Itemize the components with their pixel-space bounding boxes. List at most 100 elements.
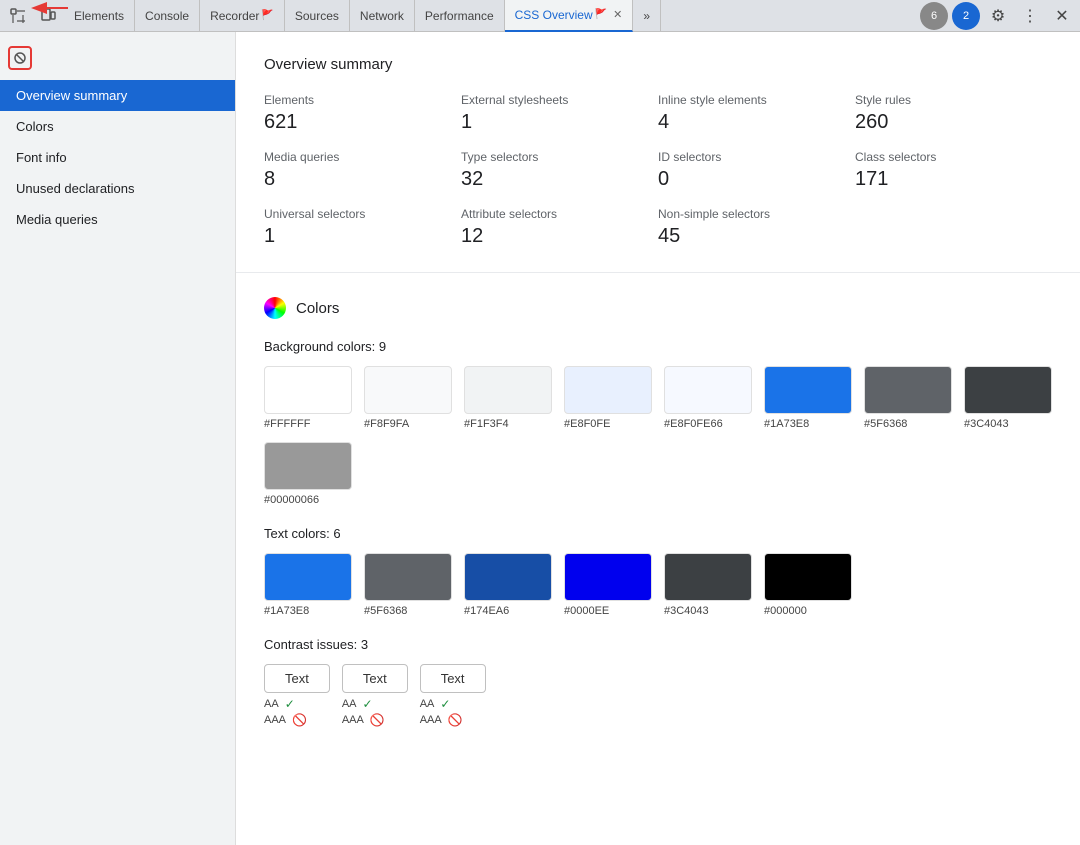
text-colors-title: Text colors: 6 xyxy=(264,526,1052,541)
stat-style-rules: Style rules 260 xyxy=(855,93,1052,134)
contrast-section: Contrast issues: 3 Text AA ✓ AAA xyxy=(264,637,1052,727)
tab-sources[interactable]: Sources xyxy=(285,0,350,32)
aa-check-icon: ✓ xyxy=(363,697,373,711)
sidebar-item-font-info[interactable]: Font info xyxy=(0,142,235,173)
tab-css-overview[interactable]: CSS Overview 🚩 ✕ xyxy=(505,0,634,32)
tab-close-btn[interactable]: ✕ xyxy=(613,8,622,21)
stats-grid: Elements 621 External stylesheets 1 Inli… xyxy=(264,93,1052,248)
contrast-badge-1[interactable]: Text xyxy=(342,664,408,693)
tab-network[interactable]: Network xyxy=(350,0,415,32)
sidebar-top xyxy=(0,40,235,76)
contrast-details-2: AA ✓ AAA 🚫 xyxy=(420,697,486,727)
swatch-1a73e8: #1A73E8 xyxy=(764,366,852,430)
contrast-aaa-row: AAA 🚫 xyxy=(342,713,408,727)
text-swatch-0000ee: #0000EE xyxy=(564,553,652,617)
contrast-aa-row: AA ✓ xyxy=(420,697,486,711)
tab-bar-right: 6 2 ⚙ ⋮ ✕ xyxy=(920,2,1076,30)
contrast-details-1: AA ✓ AAA 🚫 xyxy=(342,697,408,727)
swatch-color[interactable] xyxy=(464,553,552,601)
aaa-block-icon: 🚫 xyxy=(292,713,307,727)
sidebar-item-overview[interactable]: Overview summary xyxy=(0,80,235,111)
overview-title: Overview summary xyxy=(264,56,1052,73)
swatch-ffffff: #FFFFFF xyxy=(264,366,352,430)
error-badge[interactable]: 6 xyxy=(920,2,948,30)
overview-section: Overview summary Elements 621 External s… xyxy=(236,32,1080,273)
tab-bar-left: Elements Console Recorder 🚩 Sources Netw… xyxy=(4,0,661,32)
inspect-icon-btn[interactable] xyxy=(4,2,32,30)
contrast-aa-row: AA ✓ xyxy=(264,697,330,711)
stat-external-stylesheets: External stylesheets 1 xyxy=(461,93,658,134)
tab-overflow-btn[interactable]: » xyxy=(633,0,661,32)
contrast-aaa-row: AAA 🚫 xyxy=(420,713,486,727)
bg-colors-title: Background colors: 9 xyxy=(264,339,1052,354)
stat-media-queries: Media queries 8 xyxy=(264,150,461,191)
close-devtools-btn[interactable]: ✕ xyxy=(1048,2,1076,30)
message-badge[interactable]: 2 xyxy=(952,2,980,30)
swatch-f1f3f4: #F1F3F4 xyxy=(464,366,552,430)
aaa-block-icon: 🚫 xyxy=(370,713,385,727)
sidebar: Overview summary Colors Font info Unused… xyxy=(0,32,236,845)
capture-btn[interactable] xyxy=(8,46,32,70)
contrast-items: Text AA ✓ AAA 🚫 xyxy=(264,664,1052,727)
swatch-e8f0fe66: #E8F0FE66 xyxy=(664,366,752,430)
bg-color-swatches: #FFFFFF #F8F9FA #F1F3F4 #E8F0FE #E8F0FE6… xyxy=(264,366,1052,506)
swatch-color[interactable] xyxy=(464,366,552,414)
stat-universal-selectors: Universal selectors 1 xyxy=(264,207,461,248)
contrast-item-1: Text AA ✓ AAA 🚫 xyxy=(342,664,408,727)
contrast-aa-row: AA ✓ xyxy=(342,697,408,711)
swatch-color[interactable] xyxy=(764,366,852,414)
stat-non-simple-selectors: Non-simple selectors 45 xyxy=(658,207,855,248)
swatch-00000066: #00000066 xyxy=(264,442,352,506)
text-swatch-000000: #000000 xyxy=(764,553,852,617)
contrast-title: Contrast issues: 3 xyxy=(264,637,1052,652)
aa-check-icon: ✓ xyxy=(285,697,295,711)
swatch-color[interactable] xyxy=(364,366,452,414)
colors-title: Colors xyxy=(264,297,1052,319)
text-swatch-5f6368: #5F6368 xyxy=(364,553,452,617)
swatch-color[interactable] xyxy=(364,553,452,601)
swatch-5f6368: #5F6368 xyxy=(864,366,952,430)
swatch-e8f0fe: #E8F0FE xyxy=(564,366,652,430)
tab-bar: Elements Console Recorder 🚩 Sources Netw… xyxy=(0,0,1080,32)
swatch-color[interactable] xyxy=(864,366,952,414)
swatch-color[interactable] xyxy=(964,366,1052,414)
aa-check-icon: ✓ xyxy=(440,697,450,711)
swatch-color[interactable] xyxy=(564,366,652,414)
contrast-item-0: Text AA ✓ AAA 🚫 xyxy=(264,664,330,727)
swatch-color[interactable] xyxy=(264,553,352,601)
tab-recorder[interactable]: Recorder 🚩 xyxy=(200,0,285,32)
stat-type-selectors: Type selectors 32 xyxy=(461,150,658,191)
sidebar-item-colors[interactable]: Colors xyxy=(0,111,235,142)
tab-performance[interactable]: Performance xyxy=(415,0,505,32)
contrast-item-2: Text AA ✓ AAA 🚫 xyxy=(420,664,486,727)
stat-inline-style: Inline style elements 4 xyxy=(658,93,855,134)
colors-section: Colors Background colors: 9 #FFFFFF #F8F… xyxy=(236,273,1080,751)
stat-attribute-selectors: Attribute selectors 12 xyxy=(461,207,658,248)
swatch-color[interactable] xyxy=(664,553,752,601)
aaa-block-icon: 🚫 xyxy=(448,713,463,727)
content-area: Overview summary Elements 621 External s… xyxy=(236,32,1080,845)
text-color-swatches: #1A73E8 #5F6368 #174EA6 #0000EE #3C4043 xyxy=(264,553,1052,617)
tab-elements[interactable]: Elements xyxy=(64,0,135,32)
sidebar-item-unused[interactable]: Unused declarations xyxy=(0,173,235,204)
text-swatch-1a73e8: #1A73E8 xyxy=(264,553,352,617)
swatch-3c4043: #3C4043 xyxy=(964,366,1052,430)
swatch-color[interactable] xyxy=(764,553,852,601)
swatch-color[interactable] xyxy=(664,366,752,414)
sidebar-item-media[interactable]: Media queries xyxy=(0,204,235,235)
swatch-color[interactable] xyxy=(264,366,352,414)
text-swatch-174ea6: #174EA6 xyxy=(464,553,552,617)
settings-btn[interactable]: ⚙ xyxy=(984,2,1012,30)
contrast-badge-2[interactable]: Text xyxy=(420,664,486,693)
swatch-color[interactable] xyxy=(264,442,352,490)
main-layout: Overview summary Colors Font info Unused… xyxy=(0,32,1080,845)
swatch-color[interactable] xyxy=(564,553,652,601)
contrast-aaa-row: AAA 🚫 xyxy=(264,713,330,727)
color-wheel-icon xyxy=(264,297,286,319)
more-btn[interactable]: ⋮ xyxy=(1016,2,1044,30)
stat-class-selectors: Class selectors 171 xyxy=(855,150,1052,191)
tab-console[interactable]: Console xyxy=(135,0,200,32)
contrast-details-0: AA ✓ AAA 🚫 xyxy=(264,697,330,727)
contrast-badge-0[interactable]: Text xyxy=(264,664,330,693)
stat-elements: Elements 621 xyxy=(264,93,461,134)
